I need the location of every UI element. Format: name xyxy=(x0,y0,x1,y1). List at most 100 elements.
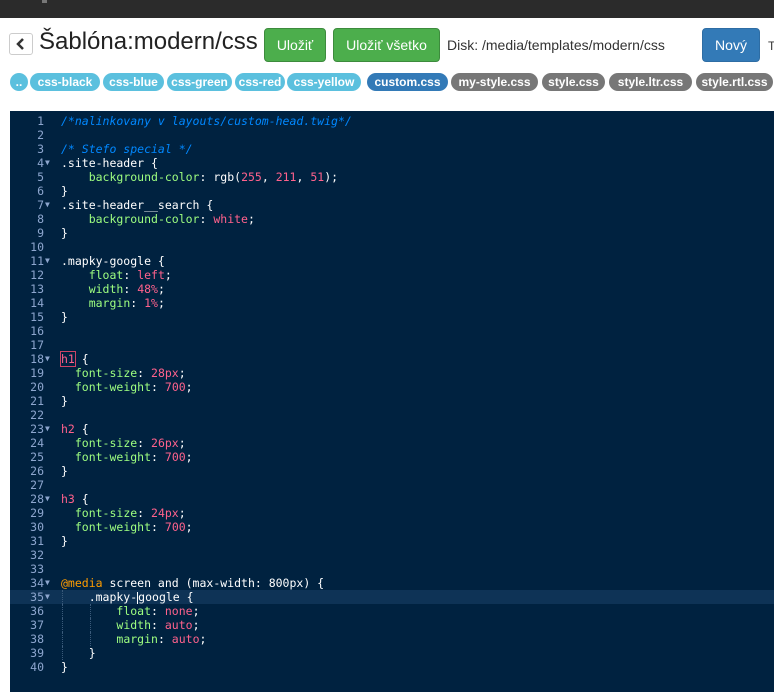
line-number: 37 xyxy=(30,618,44,632)
code-line[interactable]: 16 xyxy=(10,324,774,338)
fold-arrow-icon[interactable]: ▼ xyxy=(45,422,50,436)
code-line[interactable]: 31} xyxy=(10,534,774,548)
line-number: 40 xyxy=(30,660,44,674)
code-line[interactable]: 20 font-weight: 700; xyxy=(10,380,774,394)
fold-arrow-icon[interactable]: ▼ xyxy=(45,254,50,268)
code-line[interactable]: 24 font-size: 26px; xyxy=(10,436,774,450)
line-number: 1 xyxy=(37,114,44,128)
code-line[interactable]: 2 xyxy=(10,128,774,142)
code-line[interactable]: 39 } xyxy=(10,646,774,660)
tag-css-yellow[interactable]: css-yellow xyxy=(287,73,361,91)
code-line[interactable]: 40} xyxy=(10,660,774,674)
code-text: } xyxy=(61,310,68,324)
line-number: 14 xyxy=(30,296,44,310)
code-line[interactable]: 8 background-color: white; xyxy=(10,212,774,226)
fold-arrow-icon[interactable]: ▼ xyxy=(45,492,50,506)
code-line[interactable]: 17 xyxy=(10,338,774,352)
code-line[interactable]: 6} xyxy=(10,184,774,198)
line-number: 9 xyxy=(37,226,44,240)
line-number: 36 xyxy=(30,604,44,618)
code-line[interactable]: 15} xyxy=(10,310,774,324)
code-text: width: 48%; xyxy=(88,282,165,296)
code-text: /* Stefo special */ xyxy=(61,142,193,156)
code-line[interactable]: 7 ▼ .site-header__search { xyxy=(10,198,774,212)
code-line[interactable]: 13 width: 48%; xyxy=(10,282,774,296)
line-number: 27 xyxy=(30,478,44,492)
code-text: font-size: 24px; xyxy=(74,506,186,520)
indent-guide xyxy=(62,632,64,646)
fold-arrow-icon[interactable]: ▼ xyxy=(45,198,50,212)
tag-my-style-css[interactable]: my-style.css xyxy=(451,73,538,91)
code-line[interactable]: 21} xyxy=(10,394,774,408)
code-line[interactable]: 35 ▼ .mapky-google { xyxy=(10,590,774,604)
code-line[interactable]: 36 float: none; xyxy=(10,604,774,618)
line-number: 25 xyxy=(30,450,44,464)
chevron-left-icon xyxy=(16,38,26,50)
tag-parent[interactable]: .. xyxy=(10,73,28,91)
code-line[interactable]: 25 font-weight: 700; xyxy=(10,450,774,464)
code-text: font-weight: 700; xyxy=(74,450,193,464)
line-number: 6 xyxy=(37,184,44,198)
code-line[interactable]: 30 font-weight: 700; xyxy=(10,520,774,534)
code-line[interactable]: 34 ▼ @media screen and (max-width: 800px) … xyxy=(10,576,774,590)
tag-css-green[interactable]: css-green xyxy=(167,73,232,91)
line-number: 39 xyxy=(30,646,44,660)
tag-style-ltr-css[interactable]: style.ltr.css xyxy=(609,73,692,91)
line-number: 32 xyxy=(30,548,44,562)
tag-style-css[interactable]: style.css xyxy=(542,73,605,91)
indent-guide xyxy=(62,618,64,632)
indent-guide xyxy=(62,646,64,660)
save-all-button[interactable]: Uložiť všetko xyxy=(333,28,440,62)
tag-css-black[interactable]: css-black xyxy=(30,73,100,91)
code-line[interactable]: 33 xyxy=(10,562,774,576)
code-line[interactable]: 1 /*nalinkovany v layouts/custom-head.twi… xyxy=(10,114,774,128)
header-row: Šablóna:modern/css Uložiť Uložiť všetko … xyxy=(0,18,774,68)
code-line[interactable]: 3 /* Stefo special */ xyxy=(10,142,774,156)
line-number: 24 xyxy=(30,436,44,450)
fold-arrow-icon[interactable]: ▼ xyxy=(45,590,50,604)
fold-arrow-icon[interactable]: ▼ xyxy=(45,352,50,366)
line-number: 34 xyxy=(30,576,44,590)
tag-css-red[interactable]: css-red xyxy=(235,73,285,91)
code-text: } xyxy=(61,226,68,240)
code-line[interactable]: 27 xyxy=(10,478,774,492)
code-line[interactable]: 18 ▼ h1 { xyxy=(10,351,774,367)
code-line[interactable]: 4 ▼ .site-header { xyxy=(10,156,774,170)
code-text: } xyxy=(61,534,68,548)
line-number: 22 xyxy=(30,408,44,422)
line-number: 29 xyxy=(30,506,44,520)
line-number: 11 xyxy=(30,254,44,268)
code-line[interactable]: 12 float: left; xyxy=(10,268,774,282)
new-button[interactable]: Nový xyxy=(702,28,760,62)
code-line[interactable]: 37 width: auto; xyxy=(10,618,774,632)
truncated-text: T xyxy=(768,39,774,53)
code-line[interactable]: 10 xyxy=(10,240,774,254)
code-line[interactable]: 19 font-size: 28px; xyxy=(10,366,774,380)
fold-arrow-icon[interactable]: ▼ xyxy=(45,576,50,590)
page-title: Šablóna:modern/css xyxy=(39,28,258,55)
line-number: 21 xyxy=(30,394,44,408)
code-line[interactable]: 26} xyxy=(10,464,774,478)
code-line[interactable]: 11 ▼ .mapky-google { xyxy=(10,254,774,268)
back-button[interactable] xyxy=(9,33,33,55)
indent-guide xyxy=(90,632,92,646)
fold-arrow-icon[interactable]: ▼ xyxy=(45,156,50,170)
save-button[interactable]: Uložiť xyxy=(264,28,326,62)
code-line[interactable]: 14 margin: 1%; xyxy=(10,296,774,310)
code-line[interactable]: 38 margin: auto; xyxy=(10,632,774,646)
tag-custom-css[interactable]: custom.css xyxy=(367,73,448,91)
code-line[interactable]: 9} xyxy=(10,226,774,240)
code-line[interactable]: 32 xyxy=(10,548,774,562)
code-line[interactable]: 5 background-color: rgb(255, 211, 51); xyxy=(10,170,774,184)
code-line[interactable]: 29 font-size: 24px; xyxy=(10,506,774,520)
code-editor[interactable]: 1 /*nalinkovany v layouts/custom-head.twi… xyxy=(10,111,774,692)
line-number: 28 xyxy=(30,492,44,506)
tag-css-blue[interactable]: css-blue xyxy=(103,73,164,91)
code-text: /*nalinkovany v layouts/custom-head.twig… xyxy=(61,114,352,128)
tag-style-rtl-css[interactable]: style.rtl.css xyxy=(696,73,773,91)
code-line[interactable]: 22 xyxy=(10,408,774,422)
code-line[interactable]: 28 ▼ h3 { xyxy=(10,492,774,506)
code-text: margin: 1%; xyxy=(88,296,165,310)
code-line[interactable]: 23 ▼ h2 { xyxy=(10,422,774,436)
indent-guide xyxy=(90,604,92,618)
